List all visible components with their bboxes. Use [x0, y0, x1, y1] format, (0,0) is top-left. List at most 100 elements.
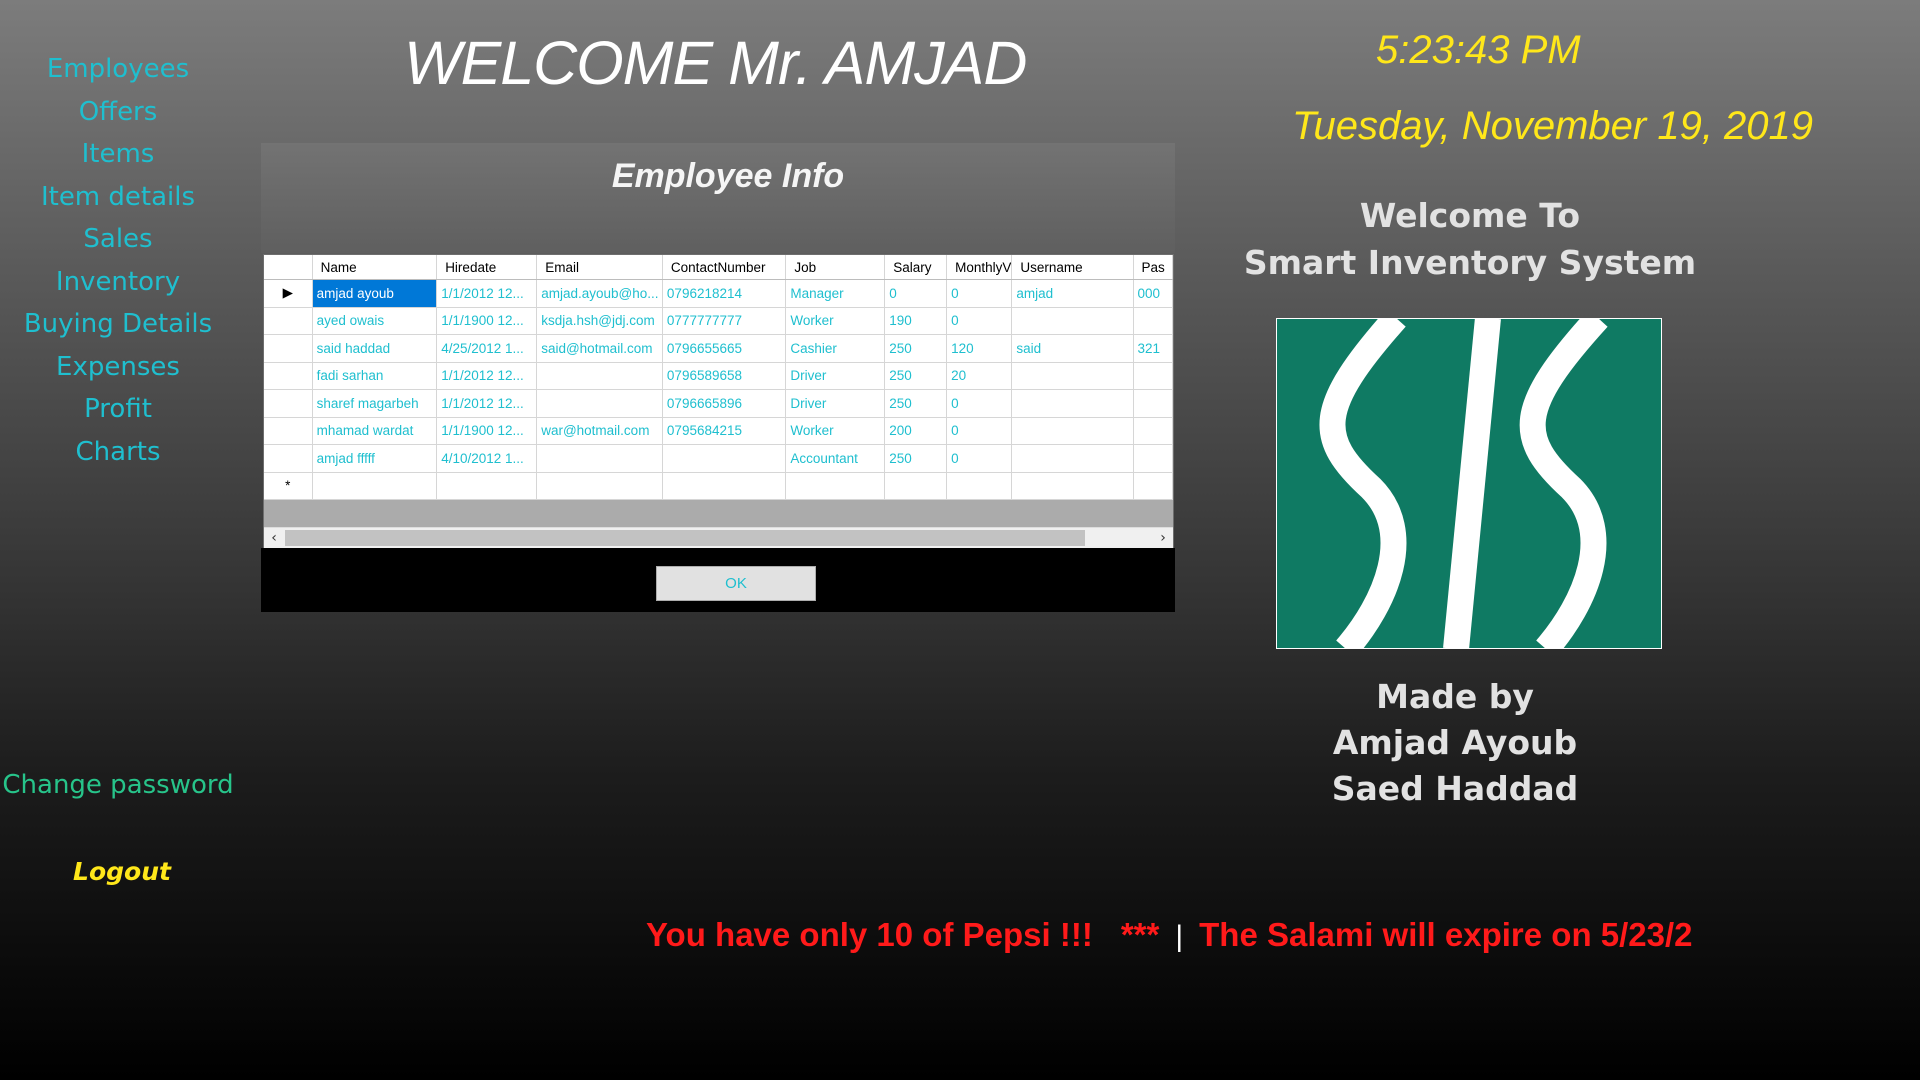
table-cell[interactable]: 0795684215: [662, 417, 787, 445]
table-cell[interactable]: [785, 472, 886, 500]
table-cell[interactable]: [536, 444, 663, 473]
table-cell[interactable]: [1133, 417, 1173, 445]
table-cell[interactable]: 1/1/1900 12...: [436, 307, 538, 335]
table-cell[interactable]: 0796655665: [662, 334, 787, 363]
table-cell[interactable]: 250: [884, 389, 948, 418]
nav-charts[interactable]: Charts: [0, 431, 236, 474]
column-header[interactable]: ContactNumber: [662, 255, 787, 280]
table-cell[interactable]: amjad ayoub: [312, 279, 438, 308]
table-cell[interactable]: mhamad wardat: [312, 417, 438, 445]
table-cell[interactable]: sharef magarbeh: [312, 389, 438, 418]
column-header[interactable]: Username: [1011, 255, 1134, 280]
table-row[interactable]: sharef magarbeh 1/1/2012 12... 0796665896 D…: [264, 389, 1173, 418]
table-cell[interactable]: [1011, 417, 1134, 445]
table-cell[interactable]: 4/10/2012 1...: [436, 444, 538, 473]
table-cell[interactable]: 0796665896: [662, 389, 787, 418]
table-cell[interactable]: fadi sarhan: [312, 362, 438, 390]
nav-item-details[interactable]: Item details: [0, 176, 236, 219]
table-cell[interactable]: 0: [946, 307, 1013, 335]
row-header[interactable]: [264, 444, 313, 473]
table-cell[interactable]: 321: [1133, 334, 1173, 363]
employee-grid[interactable]: Name Hiredate Email ContactNumber Job Sa…: [263, 254, 1174, 549]
table-cell[interactable]: 190: [884, 307, 948, 335]
table-cell[interactable]: amjad: [1011, 279, 1134, 308]
table-cell[interactable]: 20: [946, 362, 1013, 390]
table-cell[interactable]: 0: [946, 389, 1013, 418]
column-header[interactable]: Hiredate: [436, 255, 538, 280]
table-cell[interactable]: [1133, 389, 1173, 418]
table-row[interactable]: fadi sarhan 1/1/2012 12... 0796589658 Drive…: [264, 362, 1173, 390]
nav-employees[interactable]: Employees: [0, 48, 236, 91]
table-row[interactable]: said haddad 4/25/2012 1... said@hotmail.co…: [264, 334, 1173, 363]
nav-profit[interactable]: Profit: [0, 388, 236, 431]
table-cell[interactable]: 1/1/1900 12...: [436, 417, 538, 445]
table-cell[interactable]: 0: [946, 417, 1013, 445]
table-cell[interactable]: [536, 389, 663, 418]
table-cell[interactable]: amjad fffff: [312, 444, 438, 473]
horizontal-scrollbar[interactable]: ‹ ›: [264, 527, 1173, 548]
table-row[interactable]: mhamad wardat 1/1/1900 12... war@hotmail.c…: [264, 417, 1173, 445]
row-header[interactable]: [264, 362, 313, 390]
table-cell[interactable]: said@hotmail.com: [536, 334, 663, 363]
row-pointer-icon[interactable]: ▶: [264, 279, 313, 308]
table-cell[interactable]: [884, 472, 948, 500]
nav-items[interactable]: Items: [0, 133, 236, 176]
table-cell[interactable]: war@hotmail.com: [536, 417, 663, 445]
table-cell[interactable]: 200: [884, 417, 948, 445]
table-cell[interactable]: 1/1/2012 12...: [436, 362, 538, 390]
scroll-right-icon[interactable]: ›: [1153, 528, 1173, 548]
row-header[interactable]: [264, 389, 313, 418]
table-row[interactable]: ▶ amjad ayoub 1/1/2012 12... amjad.ayoub@ho…: [264, 279, 1173, 308]
table-cell[interactable]: said: [1011, 334, 1134, 363]
table-cell[interactable]: 120: [946, 334, 1013, 363]
column-header[interactable]: Salary: [884, 255, 948, 280]
table-row[interactable]: amjad fffff 4/10/2012 1... Accountant 250 0: [264, 444, 1173, 473]
table-cell[interactable]: 0: [946, 444, 1013, 473]
logout-link[interactable]: Logout: [0, 857, 244, 886]
scroll-thumb[interactable]: [285, 530, 1085, 546]
table-cell[interactable]: [1011, 307, 1134, 335]
table-cell[interactable]: [1011, 472, 1134, 500]
table-cell[interactable]: [536, 362, 663, 390]
column-header[interactable]: Email: [536, 255, 663, 280]
table-cell[interactable]: ayed owais: [312, 307, 438, 335]
scroll-left-icon[interactable]: ‹: [264, 528, 284, 548]
table-cell[interactable]: 1/1/2012 12...: [436, 389, 538, 418]
table-cell[interactable]: [1133, 472, 1173, 500]
row-header[interactable]: [264, 417, 313, 445]
table-cell[interactable]: [536, 472, 663, 500]
table-cell[interactable]: 0: [946, 279, 1013, 308]
table-cell[interactable]: [312, 472, 438, 500]
table-cell[interactable]: [1133, 444, 1173, 473]
table-cell[interactable]: [946, 472, 1013, 500]
table-row[interactable]: ayed owais 1/1/1900 12... ksdja.hsh@jdj.co…: [264, 307, 1173, 335]
table-cell[interactable]: 000: [1133, 279, 1173, 308]
table-cell[interactable]: 250: [884, 362, 948, 390]
nav-inventory[interactable]: Inventory: [0, 261, 236, 304]
column-header[interactable]: Job: [785, 255, 886, 280]
table-cell[interactable]: 250: [884, 334, 948, 363]
table-row[interactable]: *: [264, 472, 1173, 500]
nav-sales[interactable]: Sales: [0, 218, 236, 261]
table-cell[interactable]: 1/1/2012 12...: [436, 279, 538, 308]
row-header[interactable]: [264, 334, 313, 363]
table-cell[interactable]: 4/25/2012 1...: [436, 334, 538, 363]
nav-expenses[interactable]: Expenses: [0, 346, 236, 389]
table-cell[interactable]: [1133, 362, 1173, 390]
table-cell[interactable]: [662, 472, 787, 500]
table-cell[interactable]: 0796218214: [662, 279, 787, 308]
new-row-icon[interactable]: *: [264, 472, 313, 500]
row-header[interactable]: [264, 307, 313, 335]
table-cell[interactable]: Driver: [785, 389, 886, 418]
table-cell[interactable]: Manager: [785, 279, 886, 308]
column-header[interactable]: Name: [312, 255, 438, 280]
nav-offers[interactable]: Offers: [0, 91, 236, 134]
table-cell[interactable]: [1011, 444, 1134, 473]
table-cell[interactable]: [436, 472, 538, 500]
table-cell[interactable]: Driver: [785, 362, 886, 390]
table-cell[interactable]: [1011, 362, 1134, 390]
table-cell[interactable]: [1011, 389, 1134, 418]
column-header[interactable]: MonthlyV: [946, 255, 1013, 280]
table-cell[interactable]: 250: [884, 444, 948, 473]
table-cell[interactable]: 0796589658: [662, 362, 787, 390]
